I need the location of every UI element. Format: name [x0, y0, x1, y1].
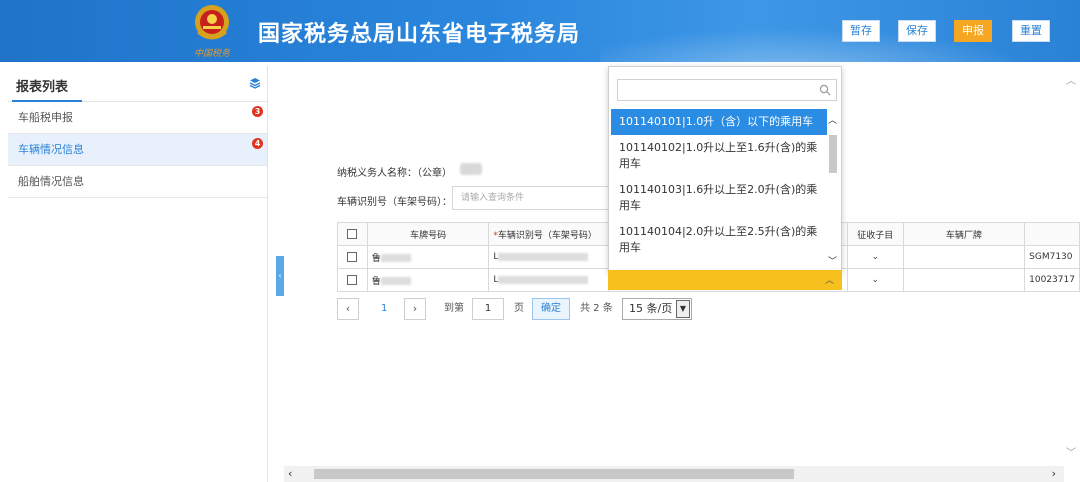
- header-wave-decoration: [600, 20, 1080, 62]
- scroll-right-arrow-icon[interactable]: ›: [1052, 467, 1056, 480]
- next-page-button[interactable]: ›: [404, 298, 426, 320]
- dropdown-search-input[interactable]: [617, 79, 837, 101]
- sidebar-item-vehicle-info[interactable]: 车辆情况信息 4: [8, 134, 267, 166]
- sidebar-item-label: 车辆情况信息: [18, 143, 84, 156]
- sidebar-title: 报表列表: [16, 80, 69, 95]
- col-vin: *车辆识别号（车架号码）: [488, 222, 610, 246]
- vin-redacted: [498, 252, 589, 261]
- scroll-up-arrow-icon[interactable]: ︿: [1066, 72, 1076, 87]
- current-page-number[interactable]: 1: [381, 298, 387, 320]
- dropdown-option[interactable]: 101140104|2.0升以上至2.5升(含)的乘用车: [611, 219, 827, 261]
- total-count: 共 2 条: [580, 303, 613, 314]
- col-plate: 车牌号码: [366, 222, 490, 246]
- goto-label: 到第: [444, 303, 464, 314]
- count-badge: 3: [252, 106, 263, 117]
- site-title: 国家税务总局山东省电子税务局: [258, 22, 581, 47]
- horizontal-scrollbar[interactable]: ‹ ›: [284, 466, 1064, 482]
- goto-page-input[interactable]: 1: [472, 298, 504, 320]
- active-select-field[interactable]: ︿: [608, 270, 842, 290]
- sub-item-select[interactable]: ⌄: [846, 245, 904, 269]
- prev-page-button[interactable]: ‹: [337, 298, 359, 320]
- chevron-down-icon[interactable]: ▼: [676, 300, 690, 318]
- declare-button[interactable]: 申报: [954, 20, 992, 42]
- brand-cell[interactable]: [902, 245, 1026, 269]
- horizontal-scroll-thumb[interactable]: [314, 469, 794, 479]
- select-all-checkbox[interactable]: [347, 228, 358, 239]
- goto-confirm-button[interactable]: 确定: [532, 298, 570, 320]
- plate-cell[interactable]: 鲁: [366, 245, 490, 269]
- dropdown-option[interactable]: 101140102|1.0升以上至1.6升(含)的乘用车: [611, 135, 827, 177]
- brand-cell[interactable]: [902, 268, 1026, 292]
- chevron-up-icon[interactable]: ︿: [828, 113, 837, 126]
- reset-button[interactable]: 重置: [1012, 20, 1050, 42]
- dropdown-options-list: 101140101|1.0升（含）以下的乘用车 101140102|1.0升以上…: [611, 109, 827, 269]
- extra-cell: 10023717: [1024, 268, 1080, 292]
- plate-redacted: [380, 277, 411, 285]
- dropdown-option[interactable]: 101140103|1.6升以上至2.0升(含)的乘用车: [611, 177, 827, 219]
- taxpayer-name-label: 纳税义务人名称：（公章）: [337, 168, 452, 179]
- vin-cell[interactable]: L: [488, 245, 610, 269]
- dropdown-option[interactable]: 101140101|1.0升（含）以下的乘用车: [611, 109, 827, 135]
- save-button[interactable]: 保存: [898, 20, 936, 42]
- count-badge: 4: [252, 138, 263, 149]
- col-vin-label: 车辆识别号（车架号码）: [497, 230, 597, 241]
- row-checkbox[interactable]: [347, 251, 358, 262]
- sidebar-item-vehicle-tax[interactable]: 车船税申报 3: [8, 102, 267, 134]
- select-all-cell[interactable]: [337, 222, 368, 246]
- extra-cell: SGM7130: [1024, 245, 1080, 269]
- sidebar-collapse-handle[interactable]: ‹: [276, 256, 284, 296]
- report-list-sidebar: 报表列表 车船税申报 3 车辆情况信息 4 船舶情况信息: [8, 66, 268, 482]
- vin-label: 车辆识别号（车架号码）：: [337, 197, 452, 208]
- row-checkbox[interactable]: [347, 274, 358, 285]
- dropdown-scroll-thumb[interactable]: [829, 135, 837, 173]
- sidebar-item-vessel-info[interactable]: 船舶情况信息: [8, 166, 267, 198]
- page-unit-label: 页: [514, 303, 524, 314]
- sidebar-item-label: 船舶情况信息: [18, 175, 84, 188]
- app-header: 中国税务 国家税务总局山东省电子税务局 暂存 保存 申报 重置: [0, 0, 1080, 62]
- plate-prefix: 鲁: [371, 276, 381, 287]
- tax-emblem-icon: 中国税务: [194, 5, 231, 59]
- sidebar-item-label: 车船税申报: [18, 111, 73, 124]
- page-size-select[interactable]: 15 条/页 ▼: [622, 298, 692, 320]
- chevron-down-icon[interactable]: ⌄: [871, 252, 879, 262]
- temp-save-button[interactable]: 暂存: [842, 20, 880, 42]
- plate-redacted: [380, 254, 411, 262]
- sub-item-select[interactable]: ⌄: [846, 268, 904, 292]
- sub-item-dropdown: 101140101|1.0升（含）以下的乘用车 101140102|1.0升以上…: [608, 66, 842, 272]
- taxpayer-name-redacted: [460, 163, 482, 175]
- dropdown-scrollbar[interactable]: ︿ ﹀: [827, 109, 839, 269]
- col-sub-item: 征收子目: [846, 222, 904, 246]
- layers-icon[interactable]: [249, 77, 261, 89]
- vin-cell[interactable]: L: [488, 268, 610, 292]
- vin-search-input[interactable]: 请输入查询条件: [452, 186, 622, 210]
- row-select-cell[interactable]: [337, 245, 368, 269]
- svg-text:中国税务: 中国税务: [194, 48, 231, 59]
- scroll-left-arrow-icon[interactable]: ‹: [288, 467, 292, 480]
- col-brand: 车辆厂牌: [902, 222, 1026, 246]
- page-size-value: 15 条/页: [629, 302, 673, 315]
- chevron-down-icon[interactable]: ⌄: [871, 275, 879, 285]
- scroll-down-arrow-icon[interactable]: ﹀: [1066, 444, 1076, 459]
- search-icon: [819, 84, 831, 96]
- plate-prefix: 鲁: [371, 253, 381, 264]
- sidebar-header: 报表列表: [8, 66, 267, 102]
- row-select-cell[interactable]: [337, 268, 368, 292]
- col-extra: [1024, 222, 1080, 246]
- plate-cell[interactable]: 鲁: [366, 268, 490, 292]
- vin-redacted: [498, 275, 589, 284]
- chevron-down-icon[interactable]: ﹀: [828, 254, 837, 267]
- chevron-up-icon[interactable]: ︿: [825, 273, 834, 286]
